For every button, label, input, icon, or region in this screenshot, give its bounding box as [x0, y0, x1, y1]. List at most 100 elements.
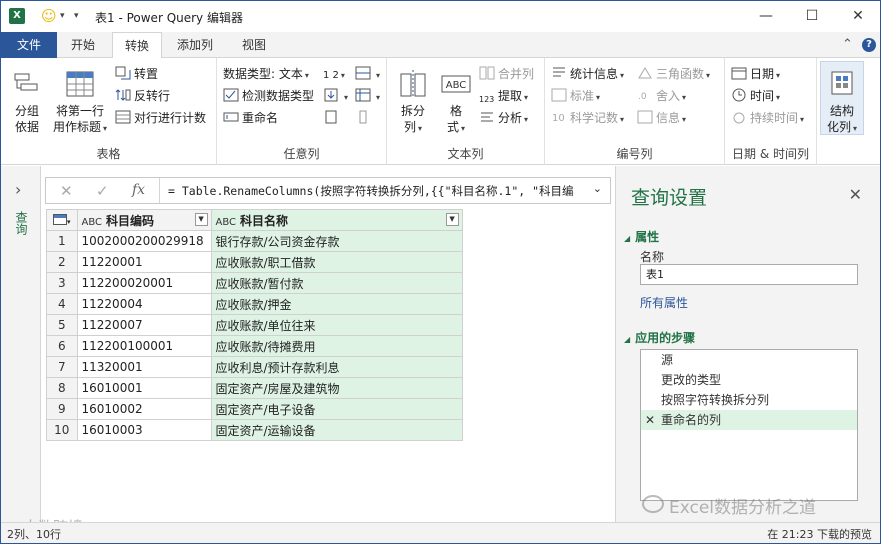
expand-formula-chevron-icon[interactable]: ⌄: [593, 182, 602, 195]
cell-code[interactable]: 16010002: [76, 398, 212, 420]
data-type-dropdown[interactable]: 数据类型: 文本 ▾: [223, 64, 309, 84]
tab-home[interactable]: 开始: [59, 32, 107, 58]
split-column-button[interactable]: 拆分 列 ▾: [393, 68, 433, 137]
fill-down-button[interactable]: ▾: [323, 86, 348, 106]
transpose-button[interactable]: 转置: [115, 64, 158, 84]
cell-code[interactable]: 112200100001: [76, 335, 212, 357]
maximize-button[interactable]: ☐: [789, 1, 835, 31]
applied-step[interactable]: 源: [641, 350, 857, 370]
date-button[interactable]: 日期 ▾: [731, 64, 780, 84]
number-column-group-label: 编号列: [616, 147, 653, 161]
cell-code[interactable]: 11320001: [76, 356, 212, 378]
cell-name[interactable]: 固定资产/房屋及建筑物: [210, 377, 463, 399]
queries-pane-label[interactable]: 查询: [13, 211, 30, 235]
cell-name[interactable]: 应收账款/单位往来: [210, 314, 463, 336]
trigonometry-button[interactable]: 三角函数 ▾: [637, 64, 710, 84]
applied-step-selected[interactable]: ✕ 重命名的列: [641, 410, 857, 430]
cell-code[interactable]: 1002000200029918: [76, 230, 212, 252]
merge-columns-button[interactable]: 合并列: [479, 64, 534, 84]
cell-name[interactable]: 应收账款/暂付款: [210, 272, 463, 294]
cell-name[interactable]: 固定资产/运输设备: [210, 419, 463, 441]
extract-button[interactable]: 123 提取 ▾: [479, 86, 528, 106]
filter-dropdown-icon[interactable]: ▼: [445, 213, 459, 226]
cell-code[interactable]: 11220001: [76, 251, 212, 273]
parse-button[interactable]: 分析 ▾: [479, 108, 528, 128]
tab-add-column[interactable]: 添加列: [165, 32, 225, 58]
scientific-button[interactable]: 10 科学记数 ▾: [551, 108, 624, 128]
cell-name[interactable]: 应收账款/待摊费用: [210, 335, 463, 357]
applied-step[interactable]: 更改的类型: [641, 370, 857, 390]
cancel-formula-icon[interactable]: ✕: [60, 182, 73, 200]
fx-icon[interactable]: fx: [132, 182, 145, 198]
cell-code[interactable]: 16010001: [76, 377, 212, 399]
applied-steps-section-header[interactable]: ◢ 应用的步骤: [624, 329, 695, 346]
collapse-ribbon-icon[interactable]: ⌃: [842, 37, 853, 52]
text-type-icon[interactable]: ABC: [82, 217, 103, 228]
replace-values-button[interactable]: 1 2 ▾: [323, 64, 345, 84]
column-header-code[interactable]: ABC 科目编码 ▼: [76, 209, 212, 231]
formula-separator: [159, 178, 160, 203]
text-type-icon[interactable]: ABC: [216, 217, 237, 228]
statistics-button[interactable]: 统计信息 ▾: [551, 64, 624, 84]
count-rows-label: 对行进行计数: [134, 111, 207, 125]
row-number: 8: [46, 377, 78, 399]
chevron-down-icon: ▾: [418, 124, 423, 133]
delete-step-icon[interactable]: ✕: [645, 410, 655, 430]
use-first-row-button[interactable]: 将第一行 用作标题 ▾: [49, 68, 111, 137]
tab-view[interactable]: 视图: [230, 32, 278, 58]
close-settings-icon[interactable]: ✕: [849, 185, 862, 204]
cell-name[interactable]: 银行存款/公司资金存款: [210, 230, 463, 252]
table-row: 5 11220007 应收账款/单位往来: [46, 314, 463, 336]
cell-name[interactable]: 应收账款/职工借款: [210, 251, 463, 273]
list-icon: [355, 110, 371, 124]
cell-code[interactable]: 112200020001: [76, 272, 212, 294]
format-abc-text: ABC: [446, 80, 467, 91]
count-rows-button[interactable]: 对行进行计数: [115, 108, 206, 128]
table-group: 分组 依据 将第一行 用作标题 ▾ 转置 反转行 对行进行计数 表格: [1, 58, 217, 165]
cell-name[interactable]: 应收利息/预计存款利息: [210, 356, 463, 378]
detect-data-type-button[interactable]: 检测数据类型: [223, 86, 314, 106]
cell-name[interactable]: 固定资产/电子设备: [210, 398, 463, 420]
table-header-icon: [64, 68, 96, 100]
cell-code[interactable]: 11220004: [76, 293, 212, 315]
rename-button[interactable]: 重命名: [223, 108, 278, 128]
fill-button[interactable]: ▾: [355, 64, 380, 84]
cell-code[interactable]: 11220007: [76, 314, 212, 336]
convert-to-list-button[interactable]: [355, 108, 374, 128]
time-button[interactable]: 时间 ▾: [731, 86, 780, 106]
move-button[interactable]: [323, 108, 342, 128]
duration-button[interactable]: 持续时间 ▾: [731, 108, 804, 128]
cell-code[interactable]: 16010003: [76, 419, 212, 441]
confirm-formula-icon[interactable]: ✓: [96, 182, 109, 200]
standard-button[interactable]: 标准 ▾: [551, 86, 600, 106]
tab-transform[interactable]: 转换: [112, 32, 163, 59]
tab-file[interactable]: 文件: [1, 32, 57, 58]
minimize-button[interactable]: —: [743, 1, 789, 31]
smiley-feedback-icon[interactable]: ☺: [41, 7, 57, 25]
properties-section-header[interactable]: ◢ 属性: [624, 228, 659, 245]
rounding-button[interactable]: .0 舍入 ▾: [637, 86, 686, 106]
format-button[interactable]: ABC 格 式 ▾: [437, 68, 475, 137]
formula-input[interactable]: = Table.RenameColumns(按照字符转换拆分列,{{"科目名称.…: [168, 183, 588, 199]
column-header-name-label: 科目名称: [240, 213, 289, 228]
expand-queries-chevron-icon[interactable]: ›: [15, 180, 21, 199]
structured-column-button[interactable]: 结构 化列 ▾: [820, 61, 864, 135]
column-header-name[interactable]: ABC 科目名称 ▼: [210, 209, 463, 231]
reverse-rows-label: 反转行: [134, 89, 171, 103]
customize-quick-access-icon[interactable]: ▾: [74, 11, 79, 21]
feedback-dropdown-icon[interactable]: ▾: [60, 11, 65, 21]
reverse-rows-button[interactable]: 反转行: [115, 86, 170, 106]
format-text-icon: ABC: [440, 68, 472, 100]
help-icon[interactable]: ?: [862, 38, 876, 52]
applied-step[interactable]: 按照字符转换拆分列: [641, 390, 857, 410]
pivot-button[interactable]: ▾: [355, 86, 380, 106]
query-name-input[interactable]: 表1: [640, 264, 858, 285]
filter-dropdown-icon[interactable]: ▼: [194, 213, 208, 226]
information-button[interactable]: 信息 ▾: [637, 108, 686, 128]
group-by-button[interactable]: 分组 依据: [7, 68, 47, 135]
table-menu-button[interactable]: ▾: [46, 209, 78, 231]
close-button[interactable]: ✕: [835, 1, 880, 31]
information-label: 信息: [656, 111, 681, 125]
cell-name[interactable]: 应收账款/押金: [210, 293, 463, 315]
all-properties-link[interactable]: 所有属性: [640, 294, 688, 311]
